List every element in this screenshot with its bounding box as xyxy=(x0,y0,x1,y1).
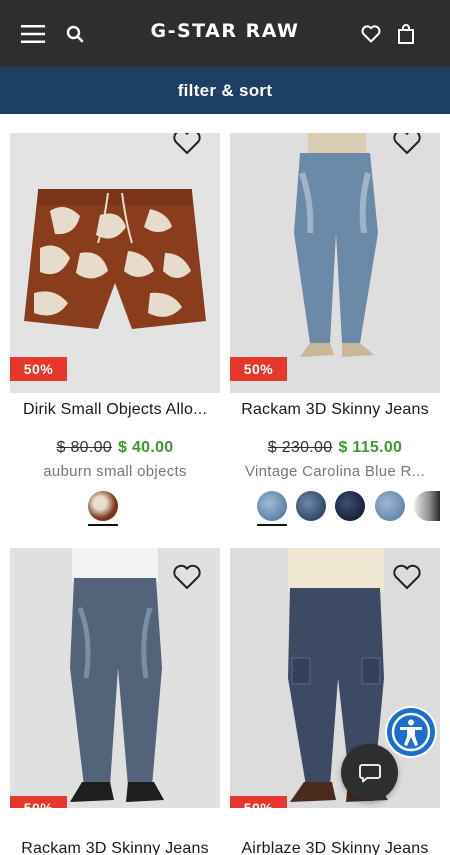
swatch-selected-indicator xyxy=(88,524,118,526)
product-name[interactable]: Rackam 3D Skinny Jeans xyxy=(2,840,228,855)
product-card[interactable]: 50% Airblaze 3D Skinny Jeans xyxy=(230,548,440,855)
product-card[interactable]: 50% Dirik Small Objects Allo... $ 80.00 $… xyxy=(10,133,220,526)
original-price: $ 230.00 xyxy=(267,439,333,456)
discount-badge: 50% xyxy=(230,357,287,381)
color-swatch[interactable] xyxy=(335,491,365,521)
color-swatch[interactable] xyxy=(296,491,326,521)
original-price: $ 80.00 xyxy=(56,439,112,456)
product-name[interactable]: Airblaze 3D Skinny Jeans xyxy=(222,840,448,855)
add-to-wishlist-heart-icon[interactable] xyxy=(392,564,422,590)
discount-badge: 50% xyxy=(230,796,287,808)
shopping-bag-icon[interactable] xyxy=(391,19,421,49)
color-name: Vintage Carolina Blue R... xyxy=(244,463,426,480)
product-image[interactable]: 50% xyxy=(10,133,220,393)
add-to-wishlist-heart-icon[interactable] xyxy=(172,564,202,590)
color-swatch-selected[interactable] xyxy=(257,491,287,521)
color-swatch[interactable] xyxy=(414,491,440,521)
filter-sort-button[interactable]: filter & sort xyxy=(0,67,450,114)
brand-logo[interactable]: G-STAR RAW xyxy=(120,20,330,42)
hamburger-menu-icon[interactable] xyxy=(18,19,48,49)
wishlist-heart-icon[interactable] xyxy=(356,19,386,49)
swatch-selected-indicator xyxy=(257,524,287,526)
top-nav-bar: G-STAR RAW xyxy=(0,0,450,67)
chat-button[interactable] xyxy=(341,744,398,801)
sale-price: $ 40.00 xyxy=(118,439,174,456)
product-image[interactable]: 50% xyxy=(230,548,440,808)
product-image[interactable]: 50% xyxy=(10,548,220,808)
add-to-wishlist-heart-icon[interactable] xyxy=(172,133,202,155)
accessibility-person-icon xyxy=(387,708,435,756)
color-name: auburn small objects xyxy=(43,463,187,480)
accessibility-button[interactable] xyxy=(385,706,437,758)
product-image[interactable]: 50% xyxy=(230,133,440,393)
price-row: $ 230.00 $ 115.00 xyxy=(222,439,448,457)
product-card[interactable]: 50% Rackam 3D Skinny Jeans $ 230.00 $ 115… xyxy=(230,133,440,526)
chat-bubble-icon xyxy=(358,763,381,782)
filter-sort-label: filter & sort xyxy=(177,80,273,100)
sale-price: $ 115.00 xyxy=(338,439,403,456)
product-card[interactable]: 50% Rackam 3D Skinny Jeans xyxy=(10,548,220,855)
color-swatch[interactable] xyxy=(375,491,405,521)
discount-badge: 50% xyxy=(10,796,67,808)
shorts-image xyxy=(10,133,220,393)
product-name[interactable]: Dirik Small Objects Allo... xyxy=(2,401,228,419)
product-listing-page: G-STAR RAW filter & sort 50% Dirik Small… xyxy=(0,0,450,855)
add-to-wishlist-heart-icon[interactable] xyxy=(392,133,422,155)
product-name[interactable]: Rackam 3D Skinny Jeans xyxy=(222,401,448,419)
price-row: $ 80.00 $ 40.00 xyxy=(2,439,228,457)
color-swatch-selected[interactable] xyxy=(88,491,118,521)
jeans-image xyxy=(230,133,440,393)
search-icon[interactable] xyxy=(60,19,90,49)
discount-badge: 50% xyxy=(10,357,67,381)
